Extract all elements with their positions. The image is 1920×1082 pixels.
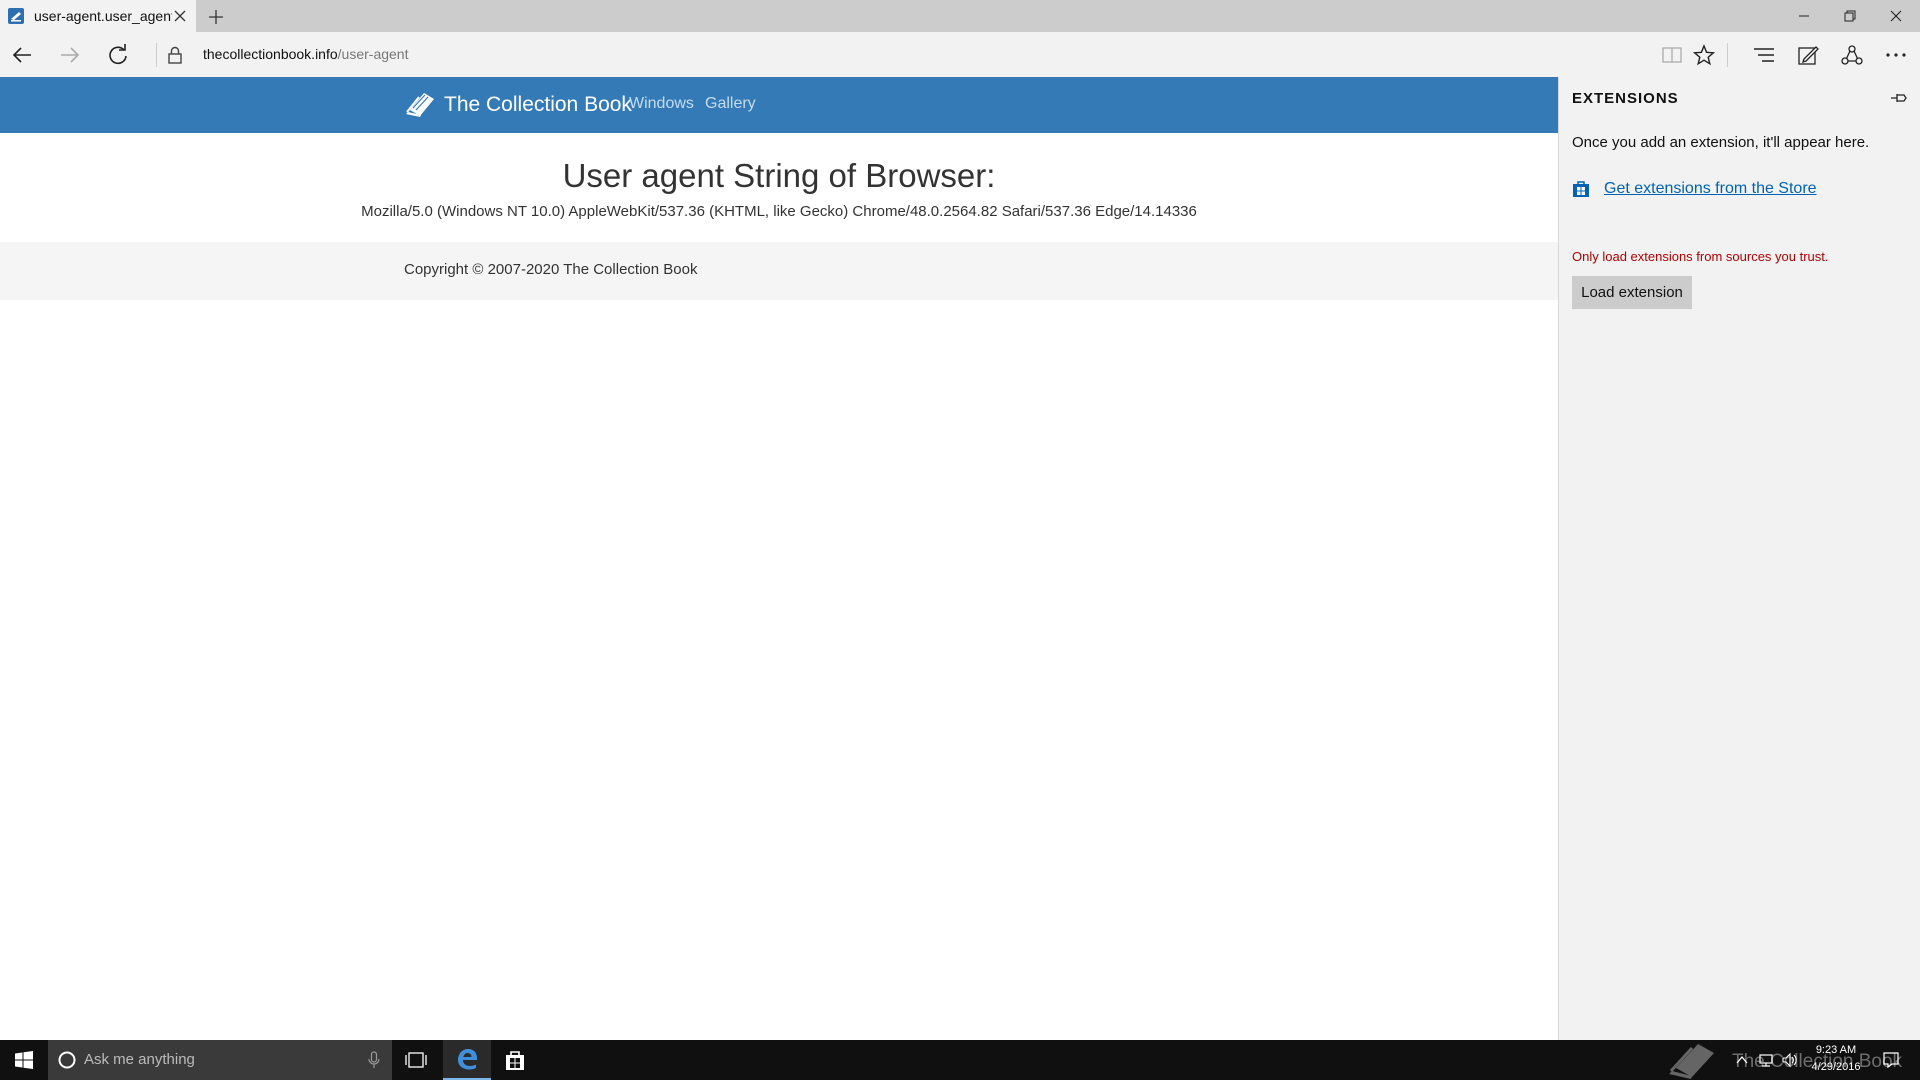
- notification-icon[interactable]: [1882, 1051, 1900, 1069]
- page-viewport: The Collection Book Windows Gallery User…: [0, 77, 1558, 1040]
- back-arrow-icon[interactable]: [0, 32, 44, 77]
- share-icon[interactable]: [1830, 32, 1874, 77]
- clock-date: 4/29/2016: [1811, 1061, 1861, 1073]
- extensions-pane: EXTENSIONS Once you add an extension, it…: [1558, 77, 1920, 1040]
- get-extensions-link[interactable]: Get extensions from the Store: [1572, 180, 1817, 198]
- site-brand-name: The Collection Book: [444, 93, 632, 116]
- system-clock[interactable]: 9:23 AM 4/29/2016: [1800, 1042, 1872, 1076]
- edge-icon[interactable]: [443, 1040, 491, 1080]
- network-icon[interactable]: [1758, 1052, 1774, 1068]
- chevron-up-icon[interactable]: [1734, 1052, 1750, 1068]
- store-bag-icon[interactable]: [491, 1040, 539, 1080]
- minimize-icon[interactable]: [1782, 0, 1826, 32]
- cortana-search-box[interactable]: Ask me anything: [48, 1040, 392, 1080]
- pin-icon[interactable]: [1890, 89, 1908, 107]
- copyright-text: Copyright © 2007-2020 The Collection Boo…: [404, 261, 698, 278]
- lock-icon[interactable]: [166, 45, 184, 65]
- empty-extensions-message: Once you add an extension, it'll appear …: [1572, 134, 1870, 151]
- site-footer: Copyright © 2007-2020 The Collection Boo…: [0, 242, 1558, 300]
- web-note-icon[interactable]: [1786, 32, 1830, 77]
- clock-time: 9:23 AM: [1815, 1044, 1857, 1056]
- taskbar: Ask me anything The Collection Book 9:23…: [0, 1040, 1920, 1080]
- url-domain: thecollectionbook.info: [203, 46, 338, 62]
- load-extension-button[interactable]: Load extension: [1572, 276, 1692, 309]
- store-icon: [1572, 180, 1590, 198]
- nav-link-gallery[interactable]: Gallery: [705, 95, 756, 113]
- task-view-icon[interactable]: [392, 1040, 440, 1080]
- navigation-bar: thecollectionbook.info/user-agent: [0, 32, 1920, 77]
- hub-icon[interactable]: [1742, 32, 1786, 77]
- windows-logo-icon[interactable]: [0, 1040, 48, 1080]
- separator: [156, 43, 157, 67]
- watermark-book-icon: [1666, 1042, 1720, 1082]
- site-navbar: The Collection Book Windows Gallery: [0, 77, 1558, 133]
- refresh-icon[interactable]: [96, 32, 140, 77]
- restore-icon[interactable]: [1828, 0, 1872, 32]
- store-link-text: Get extensions from the Store: [1604, 180, 1817, 197]
- tab-strip: user-agent.user_agent -: [0, 0, 1920, 32]
- search-placeholder: Ask me anything: [84, 1051, 195, 1068]
- pane-title: EXTENSIONS: [1572, 90, 1679, 107]
- forward-arrow-icon[interactable]: [48, 32, 92, 77]
- more-icon[interactable]: [1874, 32, 1918, 77]
- new-tab-plus-icon[interactable]: [206, 7, 226, 27]
- star-icon[interactable]: [1682, 32, 1726, 77]
- page-heading: User agent String of Browser:: [562, 157, 996, 194]
- microphone-icon[interactable]: [368, 1051, 380, 1069]
- volume-icon[interactable]: [1782, 1052, 1798, 1068]
- book-logo-icon: [404, 90, 436, 120]
- close-tab-icon[interactable]: [172, 8, 188, 24]
- tab-title: user-agent.user_agent -: [34, 8, 172, 24]
- close-window-icon[interactable]: [1874, 0, 1918, 32]
- address-bar-url[interactable]: thecollectionbook.info/user-agent: [203, 46, 408, 62]
- trust-warning: Only load extensions from sources you tr…: [1572, 249, 1829, 264]
- tab-favicon-icon: [7, 7, 25, 25]
- site-brand-link[interactable]: The Collection Book: [404, 90, 632, 120]
- separator: [1727, 43, 1728, 67]
- cortana-circle-icon: [58, 1051, 76, 1069]
- nav-link-windows[interactable]: Windows: [629, 95, 694, 113]
- url-path: /user-agent: [337, 46, 409, 62]
- user-agent-string: Mozilla/5.0 (Windows NT 10.0) AppleWebKi…: [361, 203, 1197, 220]
- browser-tab[interactable]: user-agent.user_agent -: [0, 0, 196, 32]
